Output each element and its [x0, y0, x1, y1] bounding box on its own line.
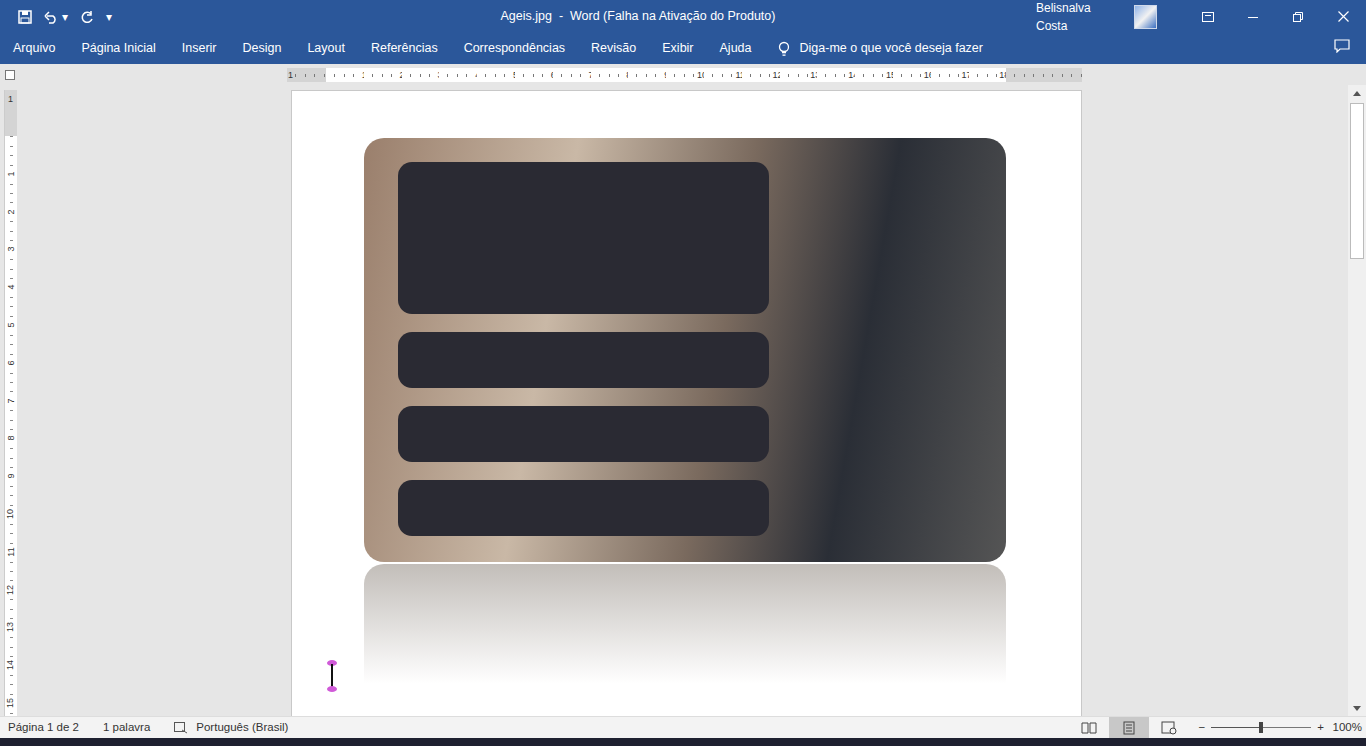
vertical-ruler[interactable]: 1123456789101112131415	[0, 85, 20, 716]
tell-me-box[interactable]: Diga-me o que você deseja fazer	[778, 39, 983, 58]
ribbon-tab[interactable]: Inserir	[182, 39, 217, 58]
horizontal-ruler[interactable]: 1123456789101112131415161718	[287, 68, 1082, 82]
print-layout-icon[interactable]	[1121, 721, 1137, 735]
window-title: Ageis.jpg - Word (Falha na Ativação do P…	[240, 7, 1036, 26]
ribbon-tabs: Arquivo Página Inicial Inserir Design Layout…	[0, 33, 1366, 64]
ribbon-tab[interactable]: Ajuda	[720, 39, 752, 58]
zoom-slider[interactable]	[1211, 727, 1311, 728]
picture-reflection	[364, 564, 1006, 684]
restore-icon[interactable]	[1293, 12, 1303, 22]
view-button[interactable]	[1069, 717, 1109, 738]
scroll-down-icon[interactable]	[1353, 706, 1361, 711]
lightbulb-icon[interactable]	[778, 41, 790, 57]
redo-icon[interactable]	[80, 10, 94, 24]
language[interactable]: Português (Brasil)	[196, 719, 288, 736]
ribbon-tab[interactable]: Página Inicial	[81, 39, 155, 58]
ribbon-tab[interactable]: Arquivo	[13, 39, 55, 58]
ribbon-tab[interactable]: Referências	[371, 39, 438, 58]
avatar-icon[interactable]	[1134, 5, 1158, 29]
view-button[interactable]	[1149, 717, 1189, 738]
scroll-up-icon[interactable]	[1353, 91, 1361, 96]
minimize-icon[interactable]	[1248, 12, 1258, 22]
page-count[interactable]: Página 1 de 2	[8, 719, 79, 736]
web-layout-icon[interactable]	[1161, 721, 1177, 735]
ribbon-tab[interactable]: Design	[242, 39, 281, 58]
proofing-icon[interactable]	[174, 722, 188, 734]
document-page[interactable]	[291, 90, 1082, 716]
customize-button[interactable]: ▾	[106, 8, 112, 26]
comment-icon[interactable]	[1334, 39, 1350, 53]
title-bar: ▾ ▾ Ageis.jpg - Word (Falha na Ativação do…	[0, 0, 1366, 33]
ribbon-tab[interactable]: Exibir	[662, 39, 693, 58]
vertical-scrollbar[interactable]	[1348, 85, 1366, 716]
tab-selector[interactable]	[0, 64, 20, 85]
taskbar	[0, 738, 1366, 746]
view-button[interactable]	[1109, 717, 1149, 738]
zoom-level[interactable]: 100%	[1330, 719, 1366, 736]
ribbon-display-icon[interactable]	[1202, 12, 1214, 22]
ribbon-tab[interactable]: Revisão	[591, 39, 636, 58]
ribbon-tab[interactable]: Correspondências	[464, 39, 565, 58]
zoom-out-button[interactable]: −	[1199, 719, 1206, 736]
status-bar: Página 1 de 2 1 palavra Português (Brasil)…	[0, 716, 1366, 738]
text-cursor-icon	[326, 659, 338, 693]
user-name[interactable]: Belisnalva Costa	[1036, 0, 1124, 35]
inserted-picture[interactable]	[364, 138, 1006, 562]
undo-menu-button[interactable]: ▾	[62, 8, 68, 26]
close-icon[interactable]	[1338, 11, 1349, 22]
ribbon-tab[interactable]: Layout	[307, 39, 345, 58]
undo-icon[interactable]	[44, 10, 58, 24]
zoom-in-button[interactable]: +	[1317, 719, 1324, 736]
word-count[interactable]: 1 palavra	[103, 719, 150, 736]
scroll-thumb[interactable]	[1350, 103, 1364, 259]
save-icon[interactable]	[18, 10, 32, 24]
read-mode-icon[interactable]	[1081, 721, 1097, 735]
